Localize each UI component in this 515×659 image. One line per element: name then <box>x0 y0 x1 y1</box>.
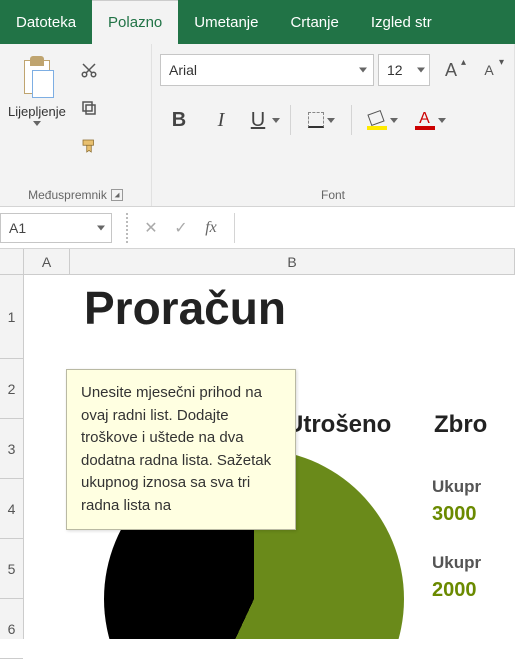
increase-font-button[interactable]: A▴ <box>434 54 468 86</box>
font-name-value: Arial <box>169 62 197 78</box>
bold-button[interactable]: B <box>160 100 198 140</box>
copy-icon <box>80 99 98 117</box>
decrease-font-button[interactable]: A▾ <box>472 54 506 86</box>
name-box-value: A1 <box>9 220 26 236</box>
tab-datoteka[interactable]: Datoteka <box>0 0 92 44</box>
chevron-down-icon <box>359 68 367 73</box>
row-headers: 1 2 3 4 5 6 <box>0 275 24 639</box>
column-headers: A B <box>24 249 515 275</box>
chevron-down-icon <box>417 68 425 73</box>
row-header-1[interactable]: 1 <box>0 275 23 359</box>
chevron-down-icon <box>97 225 105 230</box>
ribbon: Lijepljenje Međuspremnik <box>0 44 515 207</box>
border-icon <box>308 112 324 128</box>
scissors-icon <box>80 61 98 79</box>
summary-value-2: 2000 <box>432 579 477 602</box>
font-color-button[interactable]: A <box>408 100 452 140</box>
cell-comment-tooltip: Unesite mjesečni prihod na ovaj radni li… <box>66 369 296 530</box>
chevron-down-icon <box>327 118 335 123</box>
name-box[interactable]: A1 <box>0 213 112 243</box>
accept-formula-button[interactable]: ✓ <box>166 213 196 243</box>
summary-label-2: Ukupr <box>432 553 481 573</box>
row-header-2[interactable]: 2 <box>0 359 23 419</box>
chevron-down-icon <box>272 118 280 123</box>
copy-button[interactable] <box>74 94 104 122</box>
paintbrush-icon <box>80 136 98 156</box>
check-icon: ✓ <box>174 218 187 238</box>
chevron-down-icon <box>438 118 446 123</box>
formula-input[interactable] <box>243 213 515 243</box>
tab-umetanje[interactable]: Umetanje <box>178 0 274 44</box>
select-all-corner[interactable] <box>0 249 24 275</box>
cells-area[interactable]: Proračun Utrošeno Zbro Ukupr 3000 Ukupr … <box>24 275 515 639</box>
letter-a-small-icon: A <box>484 62 493 78</box>
bucket-icon <box>367 110 387 130</box>
group-clipboard-label: Međuspremnik <box>28 188 107 202</box>
sheet-title: Proračun <box>84 281 286 335</box>
font-size-value: 12 <box>387 62 403 78</box>
font-color-icon: A <box>415 110 435 130</box>
caret-down-icon: ▾ <box>499 57 504 68</box>
summary-label-1: Ukupr <box>432 477 481 497</box>
clipboard-dialog-launcher[interactable] <box>111 189 123 201</box>
fx-icon: fx <box>205 219 217 237</box>
cut-button[interactable] <box>74 56 104 84</box>
borders-button[interactable] <box>299 100 343 140</box>
group-font: Arial 12 A▴ A▾ B I U <box>152 44 515 206</box>
paste-icon <box>18 54 56 102</box>
column-header-A[interactable]: A <box>24 249 70 274</box>
fill-color-button[interactable] <box>360 100 404 140</box>
caret-up-icon: ▴ <box>461 57 466 68</box>
paste-label: Lijepljenje <box>8 104 66 119</box>
underline-button[interactable]: U <box>244 100 282 140</box>
insert-function-button[interactable]: fx <box>196 213 226 243</box>
tab-crtanje[interactable]: Crtanje <box>274 0 354 44</box>
separator <box>234 213 235 243</box>
separator <box>351 105 352 135</box>
column-header-B[interactable]: B <box>70 249 515 274</box>
heading-zbroj: Zbro <box>434 411 487 439</box>
summary-value-1: 3000 <box>432 503 477 526</box>
tab-polazno[interactable]: Polazno <box>92 0 178 44</box>
separator <box>290 105 291 135</box>
format-painter-button[interactable] <box>74 132 104 160</box>
formula-bar-row: A1 ✕ ✓ fx <box>0 207 515 249</box>
font-size-select[interactable]: 12 <box>378 54 430 86</box>
row-header-5[interactable]: 5 <box>0 539 23 599</box>
font-name-select[interactable]: Arial <box>160 54 374 86</box>
row-header-3[interactable]: 3 <box>0 419 23 479</box>
x-icon: ✕ <box>144 218 157 238</box>
paste-button[interactable]: Lijepljenje <box>8 50 66 188</box>
italic-button[interactable]: I <box>202 100 240 140</box>
underline-glyph: U <box>251 109 265 132</box>
chevron-down-icon <box>33 121 41 126</box>
chevron-down-icon <box>390 118 398 123</box>
worksheet: A B 1 2 3 4 5 6 Proračun Utrošeno Zbro U… <box>0 249 515 639</box>
tab-izgled-stranice[interactable]: Izgled str <box>355 0 448 44</box>
letter-a-colored: A <box>419 110 430 127</box>
letter-a-icon: A <box>445 60 457 81</box>
heading-utroseno: Utrošeno <box>286 411 391 439</box>
group-font-label: Font <box>321 188 345 202</box>
row-header-6[interactable]: 6 <box>0 599 23 659</box>
separator <box>126 213 128 243</box>
row-header-4[interactable]: 4 <box>0 479 23 539</box>
ribbon-tabbar: Datoteka Polazno Umetanje Crtanje Izgled… <box>0 0 515 44</box>
group-clipboard: Lijepljenje Međuspremnik <box>0 44 152 206</box>
cancel-formula-button[interactable]: ✕ <box>136 213 166 243</box>
